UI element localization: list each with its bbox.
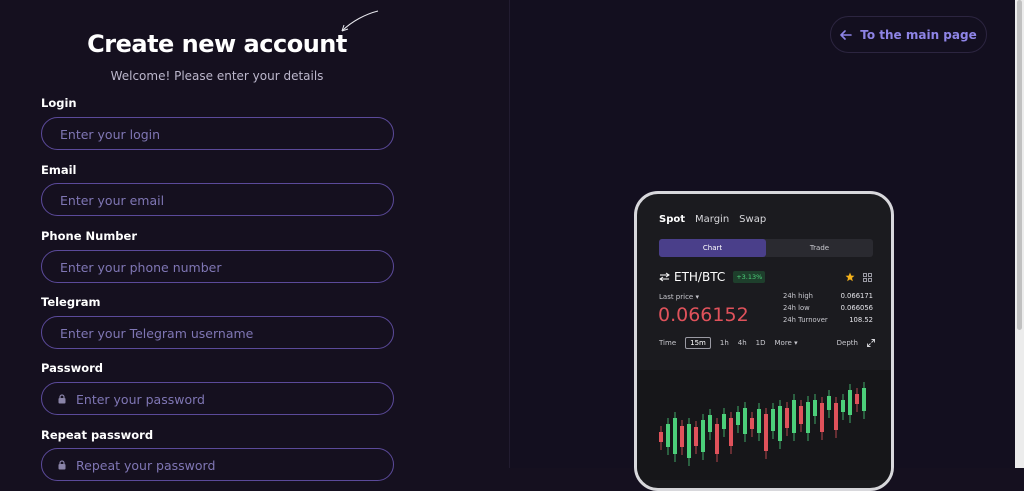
candle-body: [855, 394, 859, 404]
candle-body: [792, 400, 796, 433]
back-to-main-label: To the main page: [860, 27, 977, 42]
stat-value: 0.066056: [840, 304, 873, 312]
tf-15m: 15m: [685, 337, 711, 349]
candle-body: [834, 403, 838, 430]
signup-panel: Create new account Welcome! Please enter…: [0, 0, 509, 482]
tf-1h: 1h: [719, 339, 729, 347]
candle-body: [708, 415, 712, 432]
email-label: Email: [41, 163, 77, 177]
page-title: Create new account: [87, 30, 347, 58]
phone-tab-swap: Swap: [739, 214, 767, 225]
phone-change-badge: +3.13%: [733, 271, 766, 283]
arrow-left-icon: [840, 29, 853, 40]
stat-label: 24h high: [783, 292, 813, 300]
login-input[interactable]: [58, 118, 382, 151]
login-label: Login: [41, 96, 77, 110]
candle-body: [813, 400, 817, 416]
tf-depth: Depth: [836, 339, 858, 347]
phone-tab-margin: Margin: [695, 214, 730, 225]
tf-more-text: More: [774, 339, 792, 347]
star-icon: [845, 272, 855, 282]
candle-body: [736, 412, 740, 425]
candle-body: [701, 420, 705, 452]
scrollbar-thumb[interactable]: [1017, 0, 1022, 330]
phone-number-label: Phone Number: [41, 229, 138, 243]
lock-icon: [58, 460, 66, 470]
page-subtitle: Welcome! Please enter your details: [110, 69, 324, 83]
last-price-text: Last price: [659, 293, 694, 301]
candle-body: [848, 390, 852, 415]
candle-body: [757, 409, 761, 433]
candle-body: [806, 402, 810, 433]
telegram-label: Telegram: [41, 295, 101, 309]
lock-icon: [58, 394, 66, 404]
candle-body: [659, 432, 663, 442]
stat-value: 108.52: [849, 316, 873, 324]
expand-icon: [867, 339, 875, 347]
telegram-field[interactable]: [41, 316, 394, 350]
candle-body: [687, 424, 691, 458]
stat-row: 24h high 0.066171: [783, 292, 873, 304]
tf-1d: 1D: [755, 339, 766, 347]
swap-arrows-icon: [659, 272, 670, 282]
stat-value: 0.066171: [840, 292, 873, 300]
candle-body: [785, 408, 789, 428]
tf-more: More ▾: [774, 339, 798, 347]
stat-row: 24h Turnover 108.52: [783, 316, 873, 328]
phone-last-price-label: Last price ▾: [659, 293, 699, 301]
phone-timeframes: Time 15m 1h 4h 1D More ▾ Depth: [659, 337, 875, 349]
repeat-password-label: Repeat password: [41, 428, 154, 442]
candlestick-chart: [637, 370, 891, 480]
phone-segment-trade: Trade: [809, 244, 830, 252]
email-field[interactable]: [41, 183, 394, 217]
grid-icon: [863, 273, 872, 282]
phone-number-field[interactable]: [41, 250, 394, 284]
candle-body: [666, 424, 670, 447]
candle-body: [729, 418, 733, 446]
phone-number-input[interactable]: [58, 251, 382, 284]
candle-body: [694, 427, 698, 446]
candle-body: [764, 414, 768, 451]
phone-pair-name: ETH/BTC: [674, 270, 726, 284]
back-to-main-button[interactable]: To the main page: [830, 16, 987, 53]
tf-4h: 4h: [737, 339, 747, 347]
candle-body: [827, 396, 831, 410]
phone-price: 0.066152: [658, 304, 749, 326]
candle-body: [680, 426, 684, 447]
stat-label: 24h Turnover: [783, 316, 828, 324]
phone-mockup: Spot Margin Swap Chart Trade ETH/BTC +3.…: [634, 191, 894, 491]
candle-body: [750, 418, 754, 429]
tf-time: Time: [659, 339, 677, 347]
candle-body: [799, 406, 803, 424]
stat-row: 24h low 0.066056: [783, 304, 873, 316]
phone-segment-chart: Chart: [659, 239, 766, 257]
candle-body: [820, 403, 824, 432]
password-label: Password: [41, 361, 103, 375]
candle-body: [673, 418, 677, 454]
login-field[interactable]: [41, 117, 394, 151]
candle-body: [862, 388, 866, 411]
candle-body: [778, 406, 782, 441]
password-input[interactable]: [74, 383, 378, 416]
telegram-input[interactable]: [58, 317, 382, 350]
candle-body: [771, 409, 775, 431]
candle-body: [743, 408, 747, 434]
phone-segment-control: Chart Trade: [659, 239, 873, 257]
phone-pair: ETH/BTC +3.13%: [659, 270, 766, 284]
stat-label: 24h low: [783, 304, 810, 312]
password-field[interactable]: [41, 382, 394, 416]
repeat-password-input[interactable]: [74, 449, 378, 482]
phone-tab-spot: Spot: [659, 214, 686, 225]
phone-stats: 24h high 0.066171 24h low 0.066056 24h Tur…: [783, 292, 873, 328]
email-input[interactable]: [58, 184, 382, 217]
candle-body: [722, 414, 726, 429]
phone-tabs: Spot Margin Swap: [659, 214, 766, 225]
repeat-password-field[interactable]: [41, 448, 394, 482]
candle-body: [841, 400, 845, 412]
candle-body: [715, 424, 719, 454]
